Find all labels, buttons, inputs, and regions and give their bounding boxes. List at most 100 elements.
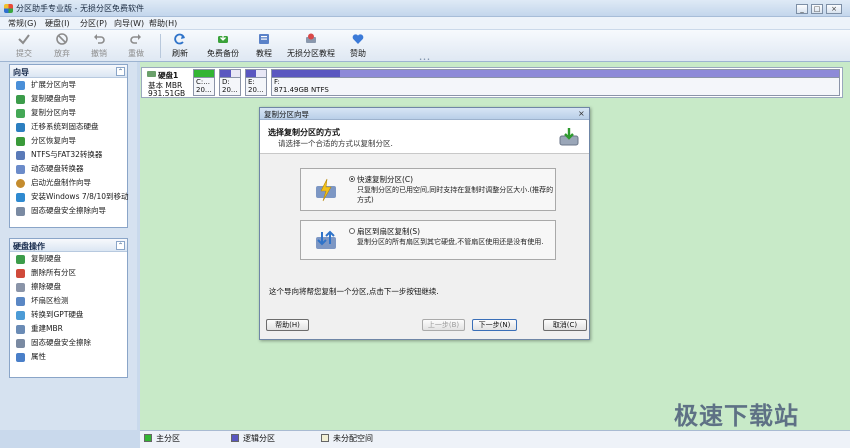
disk-item-wipe-disk[interactable]: 擦除硬盘 (10, 280, 127, 294)
disk-item-rebuild-mbr[interactable]: 重建MBR (10, 322, 127, 336)
partition-usage-bar (220, 70, 240, 78)
disk-item-properties[interactable]: 属性 (10, 350, 127, 364)
dialog-close-button[interactable]: × (578, 109, 585, 118)
submit-label: 提交 (16, 49, 32, 58)
primary-legend-label: 主分区 (156, 434, 180, 443)
redo-button[interactable]: 重做 (122, 31, 150, 61)
disk-tutorial-icon (306, 33, 316, 43)
dialog-footer-text: 这个导向将帮您复制一个分区,点击下一步按钮继续. (269, 287, 439, 296)
dialog-heading: 选择复制分区的方式 (268, 128, 340, 137)
fast-copy-radio[interactable] (349, 176, 355, 182)
help-button[interactable]: 帮助(H) (266, 319, 309, 331)
convert-icon (16, 151, 25, 160)
menu-disk[interactable]: 硬盘(I) (45, 18, 70, 29)
wizard-item-copy-disk[interactable]: 复制硬盘向导 (10, 92, 127, 106)
maximize-button[interactable]: □ (811, 4, 823, 14)
wipe-icon (16, 283, 25, 292)
minimize-button[interactable]: _ (796, 4, 808, 14)
menu-bar: 常规(G) 硬盘(I) 分区(P) 向导(W) 帮助(H) (0, 17, 850, 30)
discard-icon (56, 33, 68, 45)
sector-copy-icon (316, 230, 336, 249)
disk-operations-panel: 硬盘操作 ⌃ 复制硬盘 删除所有分区 擦除硬盘 坏扇区检测 转换到GPT硬盘 重… (9, 238, 128, 378)
wizard-item-ssd-erase[interactable]: 固态硬盘安全擦除向导 (10, 204, 127, 218)
partition-d[interactable]: D: 20... (219, 69, 241, 96)
partition-usage-bar (194, 70, 214, 78)
title-bar: 分区助手专业版 - 无损分区免费软件 _ □ × (0, 0, 850, 17)
unallocated-legend-label: 未分配空间 (333, 434, 373, 443)
menu-partition[interactable]: 分区(P) (80, 18, 107, 29)
cancel-button[interactable]: 取消(C) (543, 319, 587, 331)
recovery-icon (16, 137, 25, 146)
tutorial-label: 教程 (256, 49, 272, 58)
dynamic-disk-icon (16, 165, 25, 174)
partition-f[interactable]: F: 871.49GB NTFS (271, 69, 840, 96)
wizard-item-partition-recovery[interactable]: 分区恢复向导 (10, 134, 127, 148)
logical-legend-label: 逻辑分区 (243, 434, 275, 443)
refresh-label: 刷新 (172, 49, 188, 58)
wizard-panel-title: 向导 (13, 68, 29, 77)
wizard-item-dynamic-disk[interactable]: 动态硬盘转换器 (10, 162, 127, 176)
lossless-tutorial-button[interactable]: 无损分区教程 (287, 31, 335, 61)
tutorial-button[interactable]: 教程 (252, 31, 276, 61)
menu-wizard[interactable]: 向导(W) (114, 18, 144, 29)
refresh-button[interactable]: 刷新 (167, 31, 193, 61)
status-bar: 主分区 逻辑分区 未分配空间 (140, 430, 850, 448)
delete-icon (16, 269, 25, 278)
disk-operations-header: 硬盘操作 ⌃ (10, 239, 127, 252)
windows-icon (16, 193, 25, 202)
discard-button[interactable]: 放弃 (48, 31, 76, 61)
donate-button[interactable]: 赞助 (346, 31, 370, 61)
dialog-subheading: 请选择一个合适的方式以复制分区. (278, 139, 393, 148)
close-button[interactable]: × (826, 4, 842, 14)
disk-item-ssd-erase[interactable]: 固态硬盘安全擦除 (10, 336, 127, 350)
free-backup-button[interactable]: 免费备份 (203, 31, 243, 61)
app-title: 分区助手专业版 - 无损分区免费软件 (16, 4, 144, 13)
partition-c[interactable]: C:... 20... (193, 69, 215, 96)
disk-icon (147, 71, 156, 77)
book-icon (259, 34, 269, 44)
submit-button[interactable]: 提交 (10, 31, 38, 61)
wizard-item-copy-partition[interactable]: 复制分区向导 (10, 106, 127, 120)
donate-label: 赞助 (350, 49, 366, 58)
menu-help[interactable]: 帮助(H) (149, 18, 177, 29)
migrate-icon (16, 123, 25, 132)
copy-disk-icon (16, 95, 25, 104)
extend-icon (16, 81, 25, 90)
disk-item-copy-disk[interactable]: 复制硬盘 (10, 252, 127, 266)
disk-item-bad-sector[interactable]: 坏扇区检测 (10, 294, 127, 308)
wizard-item-boot-cd[interactable]: 启动光盘制作向导 (10, 176, 127, 190)
wizard-item-migrate-os[interactable]: 迁移系统到固态硬盘 (10, 120, 127, 134)
disk-operations-title: 硬盘操作 (13, 242, 45, 251)
wizard-item-ntfs-fat32[interactable]: NTFS与FAT32转换器 (10, 148, 127, 162)
copy-disk-header-icon (559, 128, 579, 146)
partition-usage-bar (246, 70, 266, 78)
wizard-panel-header: 向导 ⌃ (10, 65, 127, 78)
copy-partition-icon (16, 109, 25, 118)
check-icon (18, 34, 30, 45)
next-button[interactable]: 下一步(N) (472, 319, 517, 331)
disk-item-convert-gpt[interactable]: 转换到GPT硬盘 (10, 308, 127, 322)
wizard-item-windows-to-go[interactable]: 安装Windows 7/8/10到移动 (10, 190, 129, 204)
primary-legend-swatch (144, 434, 152, 442)
menu-general[interactable]: 常规(G) (8, 18, 36, 29)
wizard-item-extend-partition[interactable]: 扩展分区向导 (10, 78, 127, 92)
bad-sector-icon (16, 297, 25, 306)
fast-copy-option[interactable]: 快速复制分区(C) 只复制分区的已用空间,同时支持在复制时调整分区大小.(推荐的… (300, 168, 556, 211)
properties-icon (16, 353, 25, 362)
undo-button[interactable]: 撤销 (85, 31, 113, 61)
partition-e[interactable]: E: 20... (245, 69, 267, 96)
sector-copy-option[interactable]: 扇区到扇区复制(S) 复制分区的所有扇区到其它硬盘,不管扇区使用还是没有使用. (300, 220, 556, 260)
collapse-icon[interactable]: ⌃ (116, 241, 125, 250)
collapse-icon[interactable]: ⌃ (116, 67, 125, 76)
refresh-icon (174, 33, 185, 45)
watermark: 极速下载站 (674, 402, 799, 430)
app-logo-icon (4, 4, 13, 13)
sector-copy-radio[interactable] (349, 228, 355, 234)
disk-item-delete-all[interactable]: 删除所有分区 (10, 266, 127, 280)
dialog-header: 选择复制分区的方式 请选择一个合适的方式以复制分区. (260, 120, 589, 154)
undo-label: 撤销 (91, 49, 107, 58)
copy-partition-dialog: 复制分区向导 × 选择复制分区的方式 请选择一个合适的方式以复制分区. 快速复制… (259, 107, 590, 340)
redo-label: 重做 (128, 49, 144, 58)
ssd-icon (16, 339, 25, 348)
back-button[interactable]: 上一步(B) (422, 319, 465, 331)
